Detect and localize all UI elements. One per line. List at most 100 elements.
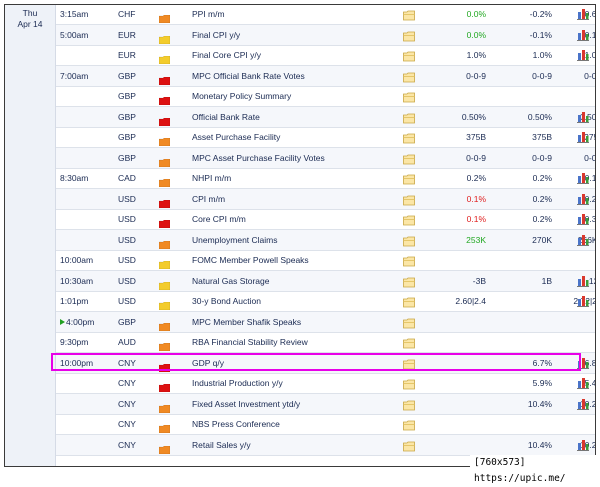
event-row[interactable]: CNYFixed Asset Investment ytd/y10.4%10.2… — [56, 393, 595, 415]
chart-icon[interactable] — [577, 397, 589, 410]
chart-icon[interactable] — [577, 48, 589, 61]
impact-folder-icon[interactable] — [158, 338, 171, 352]
impact-folder-icon[interactable] — [158, 236, 171, 249]
event-title[interactable]: Retail Sales y/y — [192, 435, 392, 455]
event-title[interactable]: NBS Press Conference — [192, 414, 392, 434]
chart-icon[interactable] — [577, 28, 589, 41]
event-title[interactable]: PPI m/m — [192, 5, 392, 24]
chart-icon[interactable] — [577, 233, 589, 246]
impact-folder-icon[interactable] — [158, 31, 171, 44]
detail-folder-icon[interactable] — [403, 29, 415, 41]
detail-folder-icon[interactable] — [403, 70, 415, 82]
impact-folder-icon[interactable] — [158, 297, 171, 311]
event-title[interactable]: Monetary Policy Summary — [192, 86, 392, 106]
detail-folder-icon[interactable] — [403, 8, 415, 21]
event-row[interactable]: CNYRetail Sales y/y10.4%10.2% — [56, 434, 595, 456]
detail-folder-icon[interactable] — [403, 49, 415, 62]
impact-folder-icon[interactable] — [158, 51, 171, 65]
event-title[interactable]: RBA Financial Stability Review — [192, 332, 392, 352]
event-title[interactable]: Fixed Asset Investment ytd/y — [192, 394, 392, 414]
event-title[interactable]: NHPI m/m — [192, 168, 392, 188]
chart-icon[interactable] — [577, 7, 589, 20]
event-title[interactable]: Official Bank Rate — [192, 107, 392, 127]
detail-folder-icon[interactable] — [403, 336, 415, 349]
detail-folder-icon[interactable] — [403, 111, 415, 123]
chart-icon[interactable] — [577, 294, 589, 307]
event-row[interactable]: 5:00amEURFinal CPI y/y0.0%-0.1%-0.1% — [56, 24, 595, 46]
impact-folder-icon[interactable] — [158, 92, 171, 106]
impact-folder-icon[interactable] — [158, 379, 171, 393]
impact-folder-icon[interactable] — [158, 72, 171, 85]
event-row[interactable]: 10:30am USD Natural Gas Storage -3B 1B 12B — [56, 270, 595, 292]
event-row[interactable]: USDCPI m/m0.1%0.2%-0.2% — [56, 188, 595, 210]
event-title[interactable]: Unemployment Claims — [192, 230, 392, 250]
event-title[interactable]: Natural Gas Storage — [192, 271, 392, 291]
impact-folder-icon[interactable] — [158, 195, 171, 208]
event-row[interactable]: 3:15amCHFPPI m/m0.0%-0.2%-0.6% — [56, 5, 595, 25]
chart-icon[interactable] — [577, 130, 589, 143]
event-row[interactable]: GBPOfficial Bank Rate0.50%0.50%0.50% — [56, 106, 595, 128]
detail-folder-icon[interactable] — [403, 418, 415, 431]
detail-folder-icon[interactable] — [403, 90, 415, 103]
detail-folder-icon[interactable] — [403, 172, 415, 185]
impact-folder-icon[interactable] — [158, 277, 171, 290]
impact-folder-icon[interactable] — [158, 10, 171, 24]
impact-folder-icon[interactable] — [158, 318, 171, 331]
event-row[interactable]: 7:00am GBP MPC Official Bank Rate Votes 0-0… — [56, 65, 595, 87]
chart-icon[interactable] — [577, 212, 589, 225]
detail-folder-icon[interactable] — [403, 254, 415, 267]
impact-folder-icon[interactable] — [158, 420, 171, 434]
event-row[interactable]: GBP MPC Asset Purchase Facility Votes 0-0-… — [56, 147, 595, 169]
event-row[interactable]: CNY NBS Press Conference — [56, 414, 595, 435]
impact-folder-icon[interactable] — [158, 256, 171, 270]
event-row[interactable]: GBPAsset Purchase Facility375B375B375B — [56, 127, 595, 148]
event-title[interactable]: Asset Purchase Facility — [192, 127, 392, 147]
detail-folder-icon[interactable] — [403, 275, 415, 287]
impact-folder-icon[interactable] — [158, 133, 171, 147]
detail-folder-icon[interactable] — [403, 316, 415, 328]
impact-folder-icon[interactable] — [158, 441, 171, 454]
event-row[interactable]: 8:30amCADNHPI m/m0.2%0.2%0.1% — [56, 168, 595, 189]
event-row[interactable]: CNYIndustrial Production y/y5.9%5.4% — [56, 373, 595, 394]
event-row[interactable]: 10:00am USD FOMC Member Powell Speaks — [56, 250, 595, 271]
detail-folder-icon[interactable] — [403, 152, 415, 164]
chart-icon[interactable] — [577, 376, 589, 389]
event-title[interactable]: MPC Official Bank Rate Votes — [192, 66, 392, 86]
event-title[interactable]: 30-y Bond Auction — [192, 291, 392, 311]
event-title[interactable]: Core CPI m/m — [192, 209, 392, 229]
event-title[interactable]: MPC Member Shafik Speaks — [192, 312, 392, 332]
impact-folder-icon[interactable] — [158, 174, 171, 188]
detail-folder-icon[interactable] — [403, 439, 415, 451]
event-title[interactable]: Final Core CPI y/y — [192, 45, 392, 65]
event-row[interactable]: 9:30pm AUD RBA Financial Stability Review — [56, 332, 595, 353]
chart-icon[interactable] — [577, 274, 589, 287]
detail-folder-icon[interactable] — [403, 377, 415, 390]
detail-folder-icon[interactable] — [403, 398, 415, 410]
detail-folder-icon[interactable] — [403, 193, 415, 205]
event-row[interactable]: 4:00pm GBP MPC Member Shafik Speaks — [56, 311, 595, 333]
chart-icon[interactable] — [577, 192, 589, 205]
event-title[interactable]: FOMC Member Powell Speaks — [192, 250, 392, 270]
impact-folder-icon[interactable] — [158, 215, 171, 229]
impact-folder-icon[interactable] — [158, 400, 171, 413]
event-row[interactable]: GBP Monetary Policy Summary — [56, 86, 595, 107]
event-row[interactable]: 1:01pmUSD30-y Bond Auction2.60|2.42.72|2… — [56, 291, 595, 312]
detail-folder-icon[interactable] — [403, 213, 415, 226]
chart-icon[interactable] — [577, 171, 589, 184]
chart-icon[interactable] — [577, 438, 589, 451]
impact-folder-icon[interactable] — [158, 113, 171, 126]
event-time — [56, 107, 116, 127]
event-title[interactable]: CPI m/m — [192, 189, 392, 209]
detail-folder-icon[interactable] — [403, 234, 415, 246]
event-row[interactable]: EURFinal Core CPI y/y1.0%1.0%1.0% — [56, 45, 595, 66]
detail-folder-icon[interactable] — [403, 131, 415, 144]
detail-folder-icon[interactable] — [403, 295, 415, 308]
event-title[interactable]: Final CPI y/y — [192, 25, 392, 45]
event-actual: 2.60|2.4 — [455, 296, 486, 306]
event-title[interactable]: Industrial Production y/y — [192, 373, 392, 393]
event-row[interactable]: USDUnemployment Claims253K270K266K◀ — [56, 229, 595, 251]
event-row[interactable]: USDCore CPI m/m0.1%0.2%0.3% — [56, 209, 595, 230]
chart-icon[interactable] — [577, 110, 589, 123]
event-title[interactable]: MPC Asset Purchase Facility Votes — [192, 148, 392, 168]
impact-folder-icon[interactable] — [158, 154, 171, 167]
